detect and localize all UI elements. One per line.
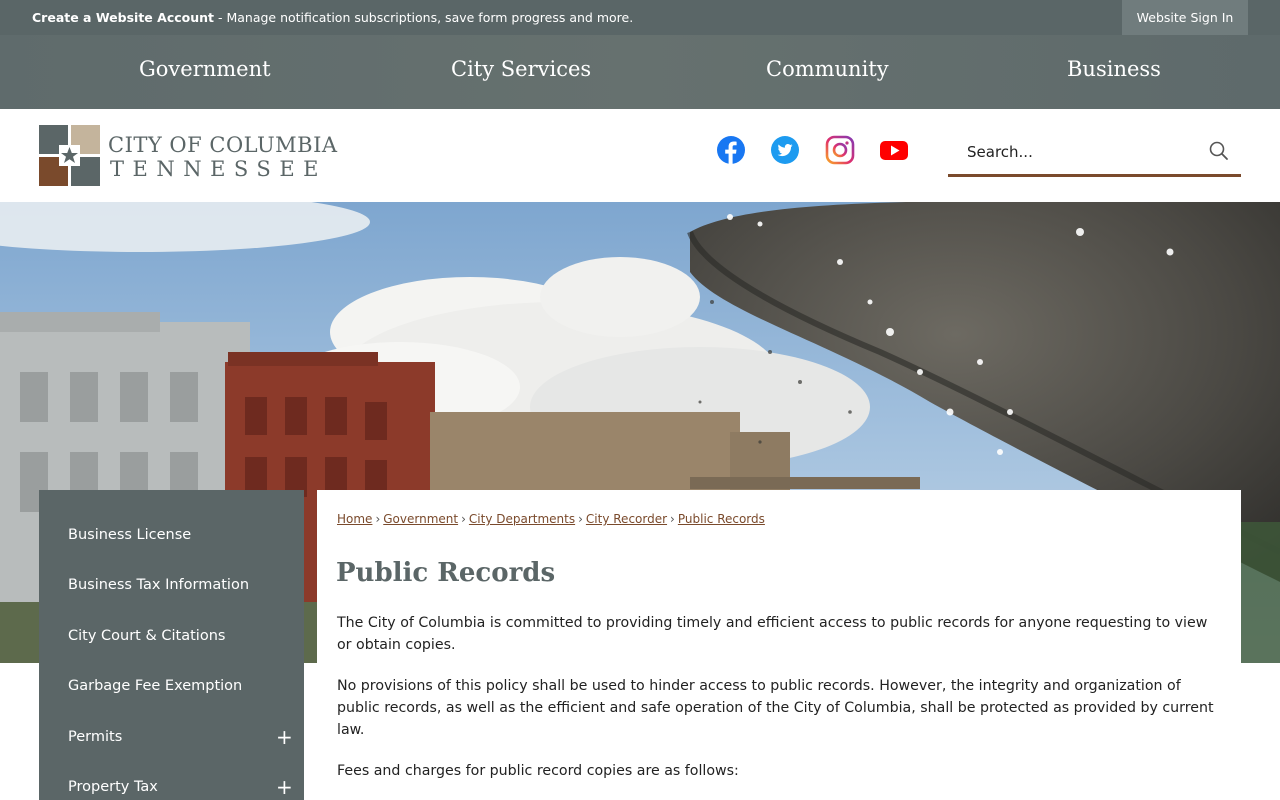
main-content: Home › Government › City Departments › City Re… — [317, 490, 1241, 800]
side-menu-item-label: City Court & Citations — [68, 628, 226, 644]
logo-line2: TENNESSEE — [110, 157, 327, 181]
expand-icon[interactable]: + — [276, 725, 293, 749]
side-menu-item-business-license[interactable]: Business License — [39, 511, 304, 561]
side-menu: Business License Business Tax Informatio… — [39, 490, 304, 800]
nav-community[interactable]: Community — [766, 57, 889, 81]
nav-city-services[interactable]: City Services — [451, 57, 591, 81]
top-bar: Create a Website Account - Manage notifi… — [0, 0, 1280, 35]
side-menu-item-business-tax[interactable]: Business Tax Information — [39, 561, 304, 611]
breadcrumb: Home › Government › City Departments › City Re… — [337, 512, 765, 526]
search-input[interactable] — [948, 130, 1198, 174]
expand-icon[interactable]: + — [276, 775, 293, 799]
side-menu-item-permits[interactable]: Permits + — [39, 713, 304, 763]
search-icon[interactable] — [1206, 138, 1232, 164]
nav-government[interactable]: Government — [139, 57, 271, 81]
side-menu-item-property-tax[interactable]: Property Tax + — [39, 763, 304, 800]
instagram-icon[interactable] — [825, 135, 855, 165]
intro-paragraph: The City of Columbia is committed to pro… — [337, 615, 1208, 653]
side-menu-item-label: Permits — [68, 729, 123, 745]
youtube-icon[interactable] — [879, 135, 909, 165]
side-menu-item-city-court[interactable]: City Court & Citations — [39, 612, 304, 662]
side-menu-item-label: Business License — [68, 527, 192, 543]
side-menu-item-label: Business Tax Information — [68, 577, 250, 593]
account-message-text: - Manage notification subscriptions, sav… — [214, 10, 634, 25]
sign-in-button[interactable]: Website Sign In — [1122, 0, 1248, 35]
breadcrumb-home[interactable]: Home — [337, 512, 372, 526]
breadcrumb-city-departments[interactable]: City Departments — [469, 512, 575, 526]
breadcrumb-separator: › — [375, 512, 381, 526]
breadcrumb-separator: › — [461, 512, 466, 526]
breadcrumb-separator: › — [670, 512, 675, 526]
breadcrumb-government[interactable]: Government — [383, 512, 458, 526]
twitter-icon[interactable] — [770, 135, 800, 165]
search-box — [948, 130, 1241, 177]
breadcrumb-city-recorder[interactable]: City Recorder — [586, 512, 667, 526]
breadcrumb-separator: › — [578, 512, 583, 526]
main-nav: Government City Services Community Busin… — [0, 35, 1280, 109]
side-menu-item-label: Property Tax — [68, 779, 158, 795]
logo-mark-icon — [39, 125, 100, 186]
logo-line1: CITY OF COLUMBIA — [108, 133, 338, 157]
side-menu-item-garbage-fee[interactable]: Garbage Fee Exemption — [39, 662, 304, 712]
breadcrumb-public-records[interactable]: Public Records — [678, 512, 765, 526]
side-menu-item-label: Garbage Fee Exemption — [68, 678, 243, 694]
nav-business[interactable]: Business — [1067, 57, 1161, 81]
account-message: Create a Website Account - Manage notifi… — [32, 10, 633, 25]
page-title: Public Records — [336, 558, 556, 588]
create-account-link[interactable]: Create a Website Account — [32, 10, 214, 25]
fees-paragraph: Fees and charges for public record copie… — [337, 763, 739, 779]
facebook-icon[interactable] — [716, 135, 746, 165]
site-header: CITY OF COLUMBIA TENNESSEE — [0, 109, 1280, 202]
policy-paragraph: No provisions of this policy shall be us… — [337, 678, 1214, 738]
